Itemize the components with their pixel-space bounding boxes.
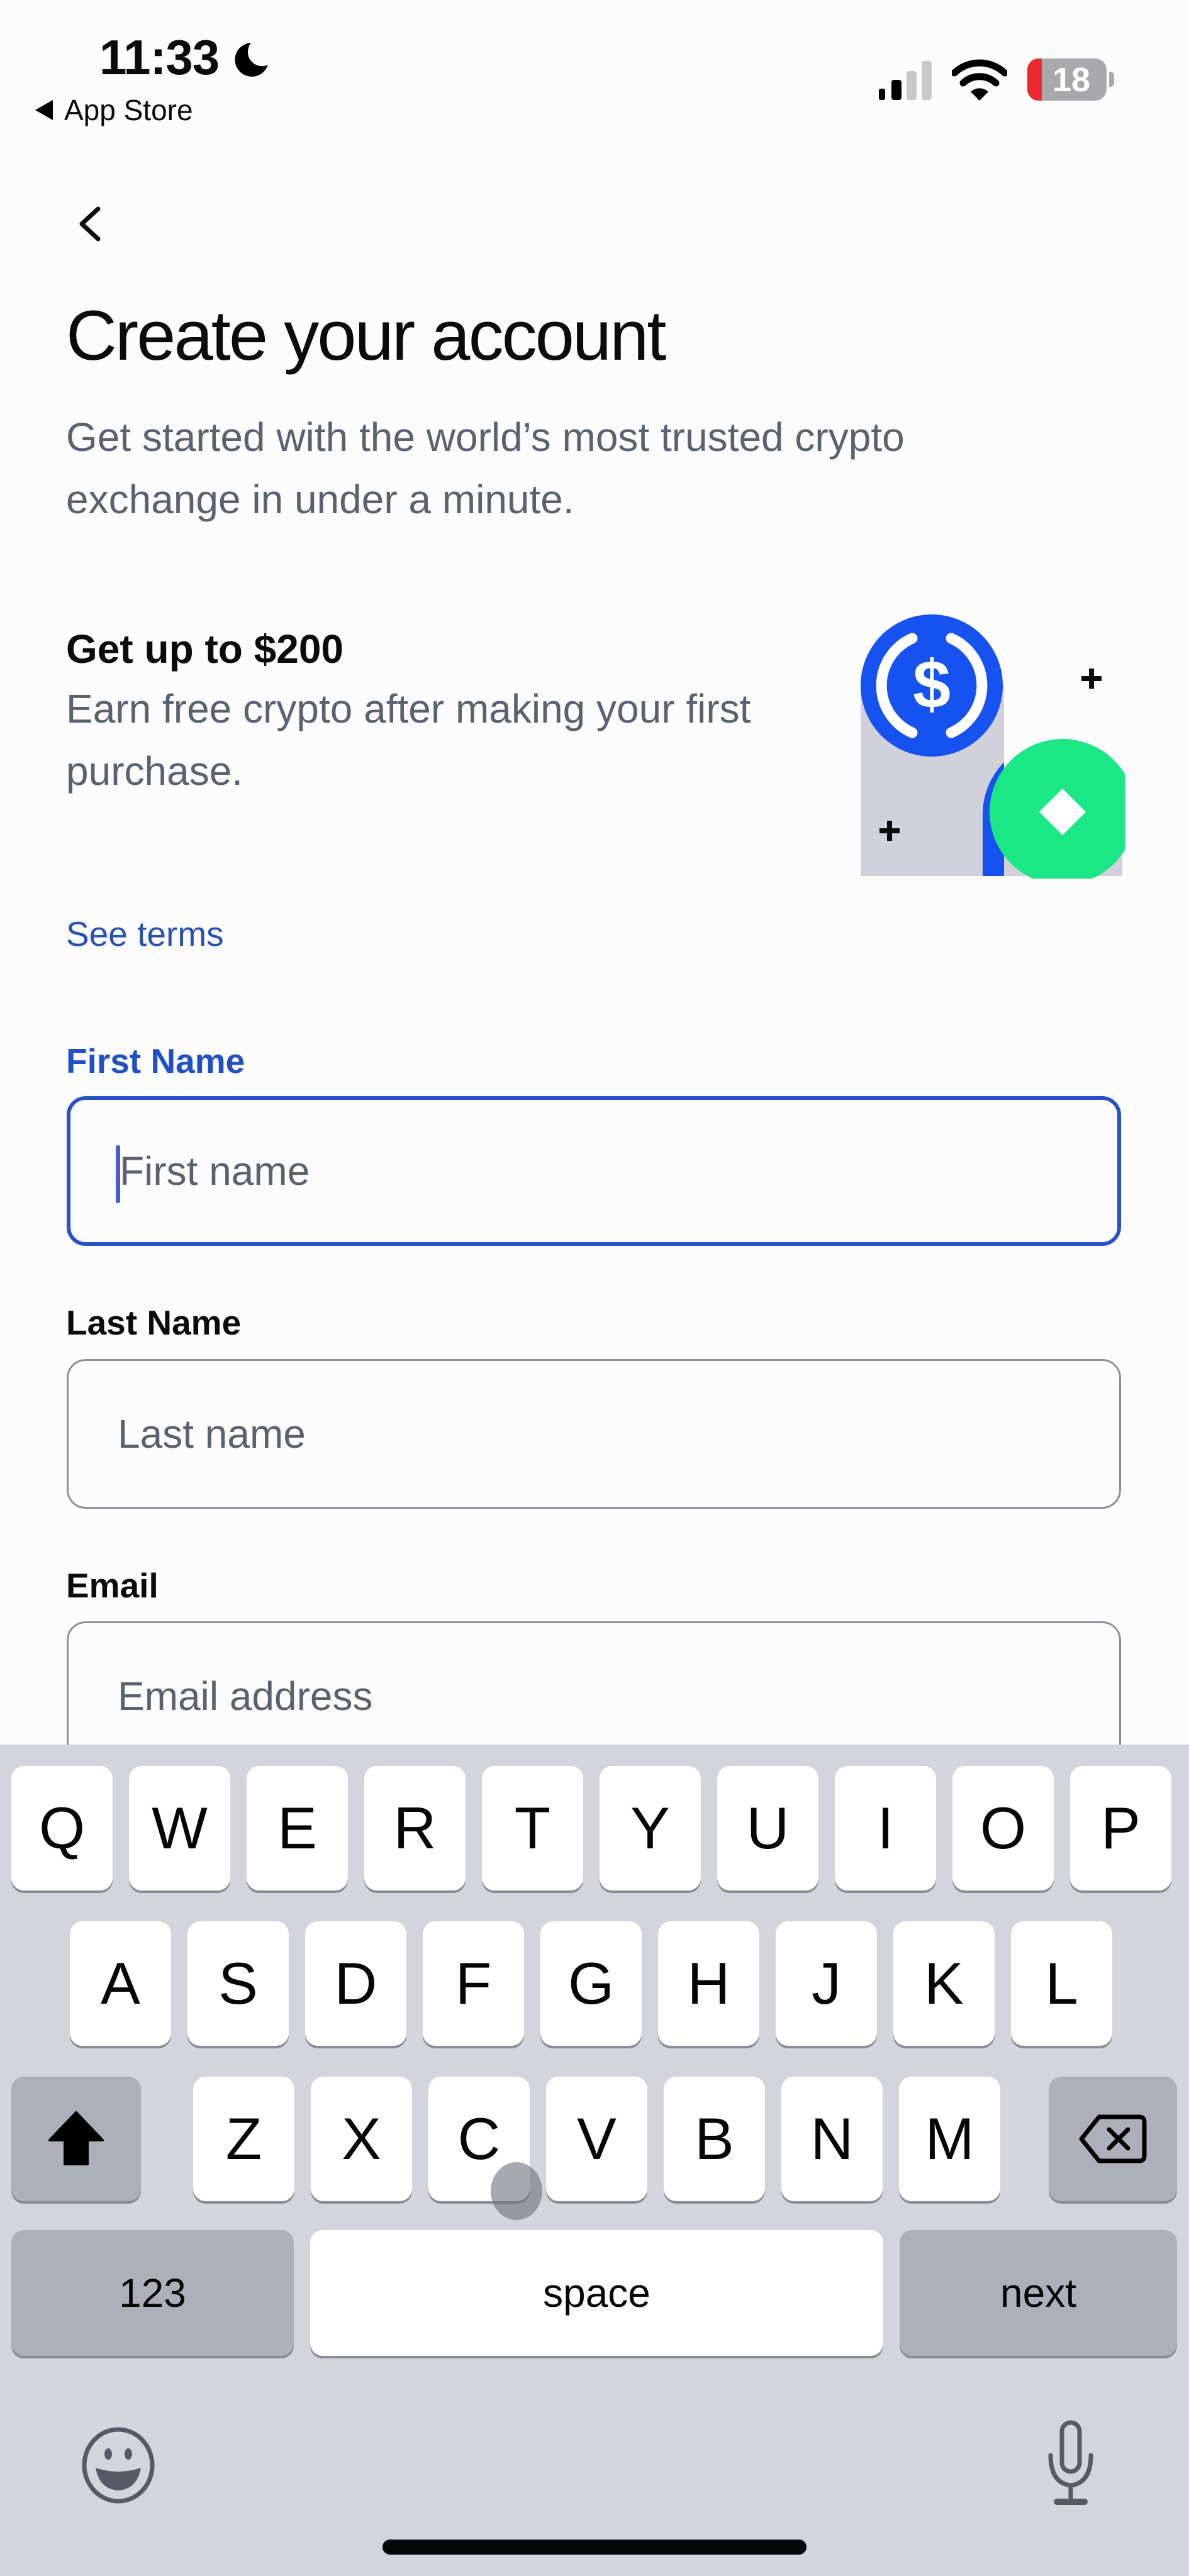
key-y[interactable]: Y xyxy=(600,1766,701,1890)
battery-indicator: 18 xyxy=(1027,58,1107,101)
space-key[interactable]: space xyxy=(310,2230,883,2356)
first-name-input[interactable] xyxy=(118,1147,1117,1195)
key-b[interactable]: B xyxy=(664,2077,765,2201)
cellular-signal-icon xyxy=(879,61,932,100)
page-subtitle: Get started with the world’s most truste… xyxy=(66,414,905,522)
key-m[interactable]: M xyxy=(899,2077,1000,2201)
key-x[interactable]: X xyxy=(311,2077,412,2201)
key-k[interactable]: K xyxy=(893,1921,995,2046)
svg-text:$: $ xyxy=(913,646,951,722)
key-r[interactable]: R xyxy=(364,1766,466,1890)
key-q[interactable]: Q xyxy=(11,1766,113,1890)
key-i[interactable]: I xyxy=(835,1766,936,1890)
onscreen-keyboard: 123 space next QWERTYUIOPASDFGHJKLZXCVBN… xyxy=(0,1745,1189,2576)
key-d[interactable]: D xyxy=(305,1921,406,2046)
key-s[interactable]: S xyxy=(187,1921,289,2046)
key-l[interactable]: L xyxy=(1011,1921,1112,2046)
key-e[interactable]: E xyxy=(247,1766,348,1890)
microphone-icon[interactable] xyxy=(1044,2420,1097,2508)
key-t[interactable]: T xyxy=(482,1766,583,1890)
see-terms-link[interactable]: See terms xyxy=(66,913,224,955)
numbers-key[interactable]: 123 xyxy=(11,2230,294,2356)
back-triangle-icon xyxy=(35,100,53,120)
first-name-field[interactable] xyxy=(67,1096,1121,1246)
backspace-key[interactable] xyxy=(1049,2077,1177,2201)
next-key[interactable]: next xyxy=(900,2230,1177,2356)
back-chevron-icon[interactable] xyxy=(69,196,111,252)
promo-illustration: $ xyxy=(861,614,1125,879)
back-to-app-store[interactable]: App Store xyxy=(35,96,193,125)
status-time: 11:33 xyxy=(99,30,220,85)
key-o[interactable]: O xyxy=(952,1766,1054,1890)
key-h[interactable]: H xyxy=(658,1921,759,2046)
key-u[interactable]: U xyxy=(717,1766,818,1890)
backspace-icon xyxy=(1079,2114,1147,2163)
battery-percent: 18 xyxy=(1052,60,1091,99)
emoji-icon[interactable] xyxy=(81,2426,156,2504)
key-g[interactable]: G xyxy=(540,1921,642,2046)
key-p[interactable]: P xyxy=(1070,1766,1171,1890)
shift-key[interactable] xyxy=(11,2077,141,2201)
key-f[interactable]: F xyxy=(423,1921,524,2046)
email-input[interactable] xyxy=(116,1672,1119,1720)
moon-icon xyxy=(235,43,268,77)
first-name-label: First Name xyxy=(66,1041,245,1080)
back-app-label: App Store xyxy=(64,94,193,126)
page-title: Create your account xyxy=(66,296,667,375)
last-name-input[interactable] xyxy=(116,1410,1119,1458)
key-j[interactable]: J xyxy=(776,1921,877,2046)
promo-title: Get up to $200 xyxy=(66,626,343,672)
usdc-coin-icon: $ xyxy=(861,614,1003,757)
green-coin-icon xyxy=(990,739,1125,879)
email-label: Email xyxy=(66,1566,159,1605)
last-name-field[interactable] xyxy=(67,1359,1121,1509)
key-w[interactable]: W xyxy=(129,1766,230,1890)
text-caret xyxy=(116,1145,120,1203)
key-a[interactable]: A xyxy=(70,1921,171,2046)
key-v[interactable]: V xyxy=(546,2077,647,2201)
wifi-icon xyxy=(952,59,1007,101)
promo-body: Earn free crypto after making your first… xyxy=(66,686,751,794)
home-indicator[interactable] xyxy=(382,2540,807,2555)
key-n[interactable]: N xyxy=(781,2077,883,2201)
last-name-label: Last Name xyxy=(66,1303,242,1342)
touch-indicator xyxy=(491,2162,542,2220)
battery-tip xyxy=(1109,72,1114,87)
shift-arrow-icon xyxy=(48,2111,104,2165)
key-z[interactable]: Z xyxy=(193,2077,294,2201)
